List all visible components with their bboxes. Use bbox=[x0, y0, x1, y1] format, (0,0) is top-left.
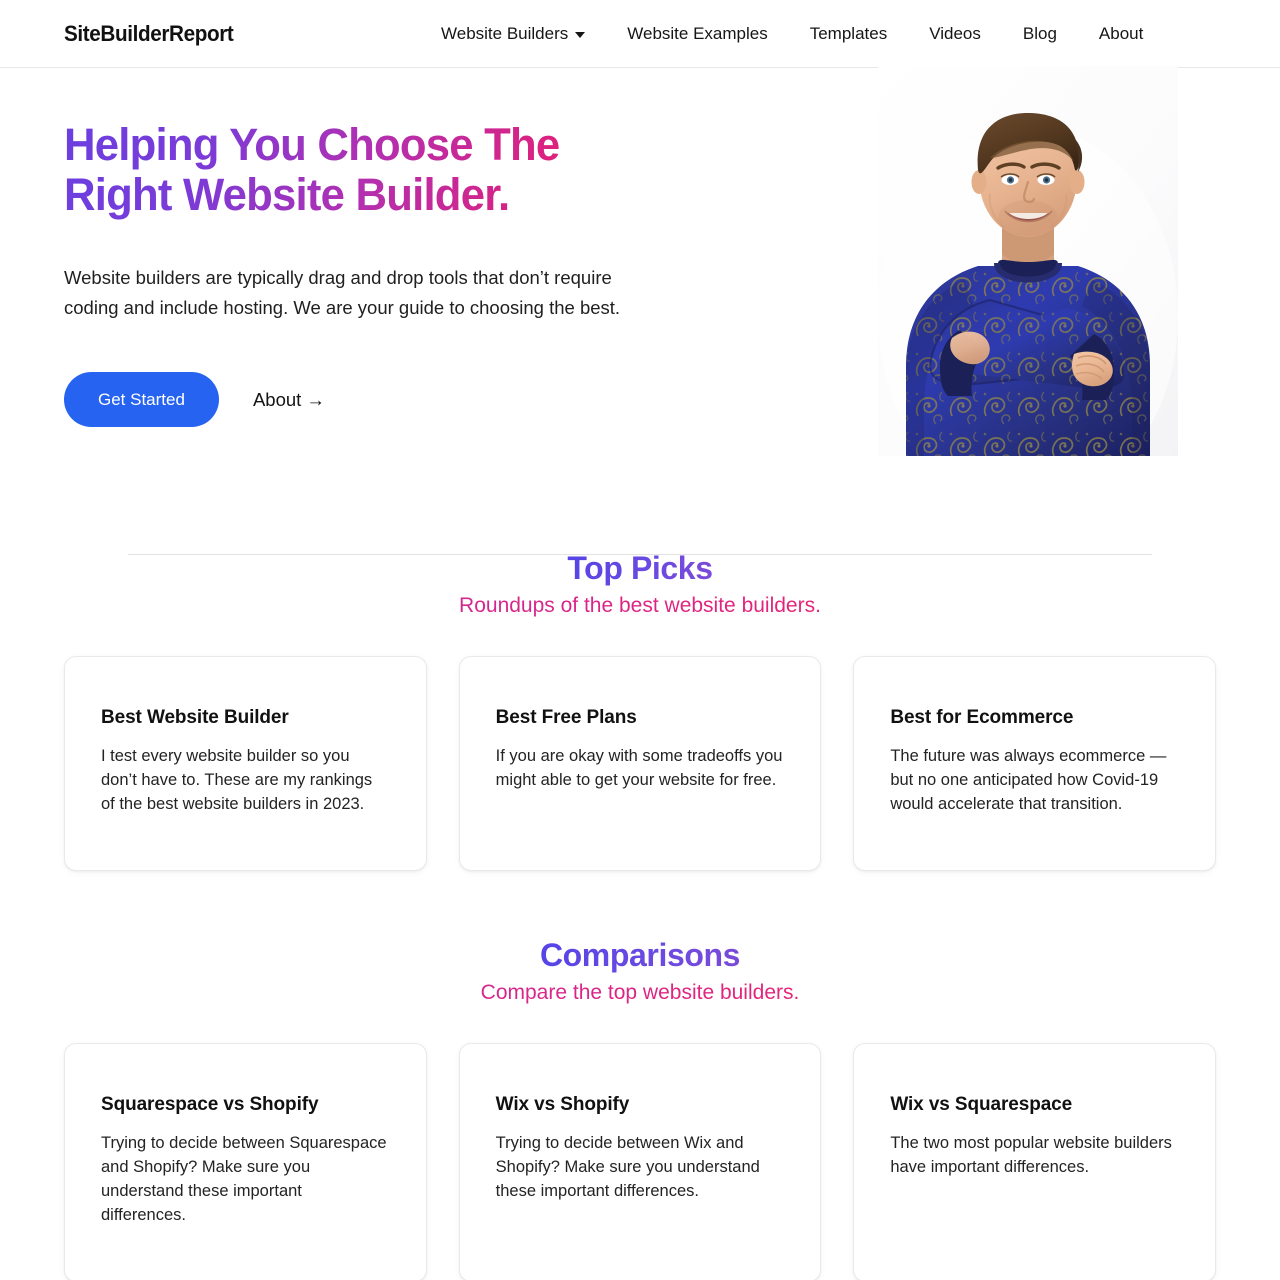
get-started-button[interactable]: Get Started bbox=[64, 372, 219, 427]
card-grid: Best Website Builder I test every websit… bbox=[64, 656, 1216, 871]
section-title: Top Picks bbox=[567, 550, 713, 586]
section-title: Comparisons bbox=[539, 937, 741, 973]
card-title: Squarespace vs Shopify bbox=[101, 1094, 319, 1115]
nav-item-about[interactable]: About bbox=[1078, 18, 1164, 50]
section-subtitle: Roundups of the best website builders. bbox=[459, 594, 821, 617]
nav-item-website-examples[interactable]: Website Examples bbox=[606, 18, 788, 50]
site-logo[interactable]: SiteBuilderReport bbox=[64, 21, 234, 47]
card-wix-vs-squarespace[interactable]: Wix vs Squarespace The two most popular … bbox=[853, 1043, 1216, 1280]
about-link[interactable]: About → bbox=[253, 389, 325, 411]
section-top-picks: Top Picks Roundups of the best website b… bbox=[64, 550, 1216, 871]
card-title: Best for Ecommerce bbox=[890, 707, 1074, 728]
nav-item-templates[interactable]: Templates bbox=[789, 18, 908, 50]
card-text: I test every website builder so you don’… bbox=[101, 747, 373, 813]
hero-divider bbox=[128, 554, 1152, 555]
chevron-down-icon bbox=[575, 32, 586, 38]
page-title: Helping You Choose The Right Website Bui… bbox=[64, 119, 560, 220]
nav-label: Website Builders bbox=[441, 23, 569, 43]
card-wix-vs-shopify[interactable]: Wix vs Shopify Trying to decide between … bbox=[458, 1043, 822, 1280]
card-text: Trying to decide between Squarespace and… bbox=[101, 1134, 387, 1224]
hero-actions: Get Started About → bbox=[64, 372, 325, 427]
card-title: Wix vs Shopify bbox=[495, 1094, 630, 1115]
card-grid: Squarespace vs Shopify Trying to decide … bbox=[64, 1043, 1216, 1280]
card-squarespace-vs-shopify[interactable]: Squarespace vs Shopify Trying to decide … bbox=[64, 1043, 427, 1280]
nav-item-videos[interactable]: Videos bbox=[908, 18, 1002, 50]
card-text: If you are okay with some tradeoffs you … bbox=[495, 747, 783, 789]
portrait-illustration bbox=[878, 66, 1178, 456]
main-navigation: Website Builders Website Examples Templa… bbox=[420, 18, 1164, 50]
card-text: The future was always ecommerce — but no… bbox=[890, 747, 1167, 813]
nav-item-blog[interactable]: Blog bbox=[1002, 18, 1078, 50]
section-header: Comparisons Compare the top website buil… bbox=[64, 937, 1216, 1005]
nav-item-website-builders[interactable]: Website Builders bbox=[420, 18, 606, 50]
hero-portrait-photo bbox=[878, 66, 1178, 456]
card-title: Best Free Plans bbox=[495, 707, 637, 728]
section-comparisons: Comparisons Compare the top website buil… bbox=[64, 937, 1216, 1280]
section-subtitle: Compare the top website builders. bbox=[480, 981, 800, 1004]
card-text: The two most popular website builders ha… bbox=[890, 1134, 1172, 1176]
card-best-free-plans[interactable]: Best Free Plans If you are okay with som… bbox=[458, 656, 822, 871]
card-best-for-ecommerce[interactable]: Best for Ecommerce The future was always… bbox=[853, 656, 1216, 871]
card-title: Wix vs Squarespace bbox=[890, 1094, 1073, 1115]
hero-section: Helping You Choose The Right Website Bui… bbox=[0, 66, 1280, 555]
hero-subtitle: Website builders are typically drag and … bbox=[64, 267, 621, 318]
section-header: Top Picks Roundups of the best website b… bbox=[64, 550, 1216, 618]
card-best-website-builder[interactable]: Best Website Builder I test every websit… bbox=[64, 656, 427, 871]
site-header: SiteBuilderReport Website Builders Websi… bbox=[0, 0, 1280, 68]
card-text: Trying to decide between Wix and Shopify… bbox=[495, 1134, 760, 1200]
card-title: Best Website Builder bbox=[101, 707, 289, 728]
